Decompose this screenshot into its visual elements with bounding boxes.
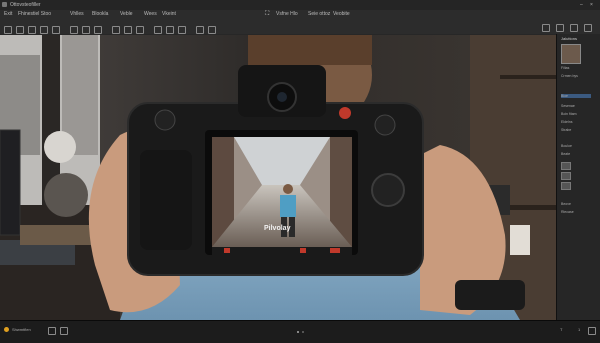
zoom-tool-icon[interactable] [208,26,216,34]
hand-tool-icon[interactable] [196,26,204,34]
menu-bar: Ottovsteofiller – × [0,0,600,10]
right-panel-bottom-item-2[interactable]: Rlecase [561,210,574,214]
clone-tool-icon[interactable] [82,26,90,34]
right-panel-item-3[interactable]: Bioe [561,94,591,98]
blur-tool-icon[interactable] [124,26,132,34]
toolbar-center-item-1[interactable]: Vsfne Hlo [276,11,298,17]
right-panel-item-6[interactable]: Eldelns [561,120,572,124]
minimize-button[interactable]: – [580,2,583,8]
settings-icon[interactable] [542,24,550,32]
layout-icon[interactable] [584,24,592,32]
menu-file[interactable]: Fhinestiel Stoo [18,11,51,17]
right-panel-item-4[interactable]: Sesenae [561,104,575,108]
status-bar: Shwmtflen T 1 [0,320,600,343]
tab-icon[interactable] [48,327,56,335]
right-panel-title: Jaluttons [561,36,578,41]
search-icon[interactable] [570,24,578,32]
layer-thumbnail[interactable] [561,172,571,180]
right-panel-item-2[interactable]: Crmen bys [561,74,578,78]
notification-icon[interactable] [588,327,596,335]
right-panel: Jaluttons Filtas Crmen bys Bioe Sesenae … [556,34,600,320]
menu-help[interactable]: Vkeint [162,11,176,17]
right-panel-item-9[interactable]: Beate [561,152,570,156]
toolbar-center-item-3[interactable]: Veobite [333,11,350,17]
crop-tool-icon[interactable] [40,26,48,34]
toolbar-center-item-2[interactable]: Seie ottoz [308,11,330,17]
canvas-image [0,35,556,320]
status-count: 1 [578,327,581,332]
menu-view[interactable]: Vhlles [70,11,84,17]
right-panel-item-1[interactable]: Filtas [561,66,569,70]
app-title: Ottovsteofiller [10,2,41,8]
app-logo-icon[interactable] [2,2,7,7]
right-panel-item-5[interactable]: Boin fitam [561,112,577,116]
eraser-tool-icon[interactable] [94,26,102,34]
toolbar: Exit Fhinestiel Stoo Vhlles Blookla Vebl… [0,10,600,35]
camera-screen-label: Pilvolay [264,225,291,232]
pen-tool-icon[interactable] [154,26,162,34]
share-icon[interactable] [556,24,564,32]
layer-thumbnail[interactable] [561,162,571,170]
right-panel-bottom-item-1[interactable]: Beove [561,202,571,206]
lasso-tool-icon[interactable] [28,26,36,34]
app-icon: ⛶ [265,11,270,17]
eyedropper-tool-icon[interactable] [52,26,60,34]
close-button[interactable]: × [590,2,593,8]
move-tool-icon[interactable] [4,26,12,34]
right-panel-item-8[interactable]: Bouloe [561,144,572,148]
menu-bookmarks[interactable]: Blookla [92,11,108,17]
canvas[interactable]: Pilvolay [0,35,556,320]
status-right-label: T [560,327,563,332]
status-icon [4,327,9,332]
menu-exit[interactable]: Exit [4,11,12,17]
brush-tool-icon[interactable] [70,26,78,34]
navigator-thumbnail[interactable] [561,44,581,64]
shape-tool-icon[interactable] [178,26,186,34]
select-tool-icon[interactable] [16,26,24,34]
tab-icon[interactable] [60,327,68,335]
page-dot[interactable] [302,331,304,333]
right-panel-item-7[interactable]: Strabe [561,128,571,132]
gradient-tool-icon[interactable] [112,26,120,34]
dodge-tool-icon[interactable] [136,26,144,34]
page-dot[interactable] [297,331,299,333]
status-label: Shwmtflen [12,327,31,332]
menu-table[interactable]: Veble [120,11,133,17]
text-tool-icon[interactable] [166,26,174,34]
layer-thumbnail[interactable] [561,182,571,190]
menu-window[interactable]: Wees [144,11,157,17]
